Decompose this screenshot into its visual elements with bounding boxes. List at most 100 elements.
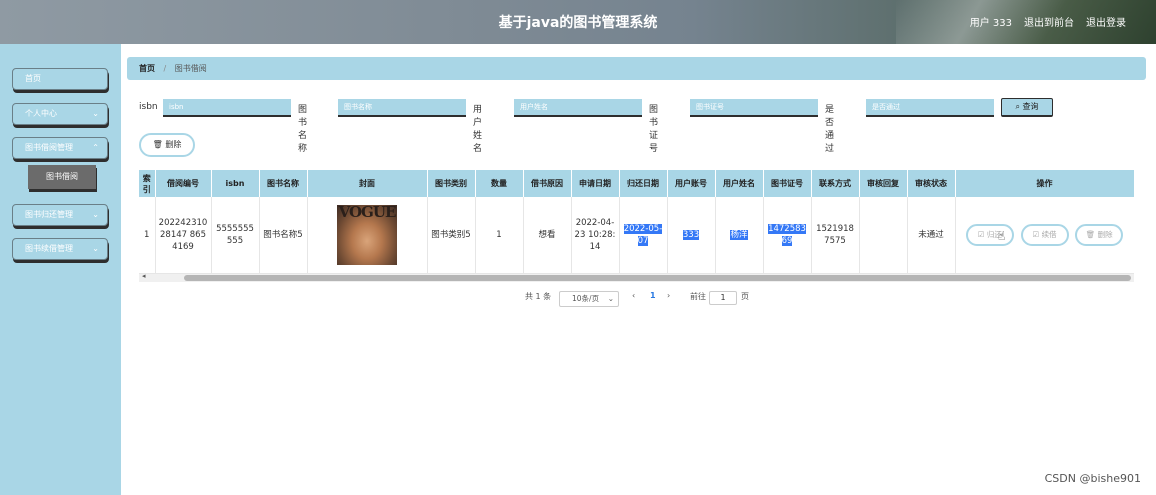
trash-icon: 🗑 <box>1085 229 1096 239</box>
sidebar-item-label: 图书续借管理 <box>25 244 73 253</box>
sidebar-subitem-book-borrow[interactable]: 图书借阅 <box>28 165 96 189</box>
cell-status: 未通过 <box>907 197 956 274</box>
breadcrumb: 首页 / 图书借阅 <box>127 57 1146 80</box>
search-input-card-no[interactable]: 图书证号 <box>690 99 818 117</box>
chevron-up-icon: ⌃ <box>92 143 99 152</box>
sidebar-item-label: 图书归还管理 <box>25 210 73 219</box>
cover-magazine-title: VOGUE <box>338 204 397 221</box>
user-name-text: 杨洋 <box>730 229 748 240</box>
search-button[interactable]: ⌕ 查询 <box>1001 98 1053 117</box>
sidebar-item-borrow-management[interactable]: 图书借阅管理 ⌃ <box>12 137 108 159</box>
cell-apply-date: 2022-04-23 10:28:14 <box>571 197 620 274</box>
search-label-user-name: 用户姓名 <box>473 105 483 154</box>
top-header: 基于java的图书管理系统 用户 333 退出到前台 退出登录 <box>0 0 1156 44</box>
breadcrumb-home[interactable]: 首页 <box>139 64 155 73</box>
column-header: 借阅编号 <box>155 170 212 197</box>
sidebar-item-home[interactable]: 首页 <box>12 68 108 90</box>
cell-category: 图书类别5 <box>427 197 476 274</box>
return-date-text: 2022-05-07 <box>623 223 663 246</box>
column-header: 操作 <box>955 170 1134 197</box>
header-nav: 用户 333 退出到前台 退出登录 <box>970 14 1126 29</box>
page-size-select[interactable]: 10条/页 ⌄ <box>559 291 619 307</box>
table-header-row: 索引 借阅编号 isbn 图书名称 封面 图书类别 数量 借书原因 申请日期 归… <box>139 170 1134 197</box>
return-button[interactable]: ☑ 归还 <box>965 223 1014 246</box>
sidebar: 首页 个人中心 ⌄ 图书借阅管理 ⌃ 图书借阅 图书归还管理 ⌄ 图书续借管理 … <box>0 44 121 495</box>
cell-reason: 想看 <box>523 197 572 274</box>
column-header: 审核状态 <box>907 170 956 197</box>
cell-isbn: 5555555555 <box>211 197 260 274</box>
breadcrumb-separator: / <box>163 64 167 73</box>
search-input-isbn[interactable]: isbn <box>163 99 291 117</box>
column-header: 联系方式 <box>811 170 860 197</box>
column-header: 归还日期 <box>619 170 668 197</box>
edit-icon: ☑ <box>977 229 985 239</box>
watermark: CSDN @bishe901 <box>1044 472 1141 485</box>
sidebar-item-personal-center[interactable]: 个人中心 ⌄ <box>12 103 108 125</box>
card-no-text: 147258369 <box>768 223 806 246</box>
apply-date-text: 2022-04-23 10:28:14 <box>574 217 616 252</box>
table-row: 1 20224231028147 8654169 5555555555 图书名称… <box>139 197 1134 274</box>
search-input-approved[interactable]: 是否通过 <box>866 99 994 117</box>
column-header: isbn <box>211 170 260 197</box>
cell-account: 333 <box>667 197 716 274</box>
scrollbar-thumb[interactable] <box>184 275 1131 281</box>
column-header: 图书名称 <box>259 170 308 197</box>
breadcrumb-current: 图书借阅 <box>174 64 207 73</box>
column-header: 图书类别 <box>427 170 476 197</box>
delete-button-label: 删除 <box>165 140 182 149</box>
prev-page-icon[interactable]: ‹ <box>632 291 635 307</box>
hand-cursor-icon: ☝ <box>998 229 1006 243</box>
batch-delete-button[interactable]: 🗑 删除 <box>139 133 195 157</box>
next-page-icon[interactable]: › <box>667 291 670 307</box>
column-header: 借书原因 <box>523 170 572 197</box>
sidebar-item-return-management[interactable]: 图书归还管理 ⌄ <box>12 204 108 226</box>
cell-reply <box>859 197 908 274</box>
search-label-approved: 是否通过 <box>825 105 835 154</box>
borrow-table: 索引 借阅编号 isbn 图书名称 封面 图书类别 数量 借书原因 申请日期 归… <box>139 170 1134 282</box>
column-header: 用户账号 <box>667 170 716 197</box>
back-to-front-link[interactable]: 退出到前台 <box>1024 14 1074 29</box>
search-icon: ⌕ <box>1015 102 1020 111</box>
chevron-down-icon: ⌄ <box>92 109 99 118</box>
chevron-down-icon: ⌄ <box>92 210 99 219</box>
table-horizontal-scrollbar[interactable]: ◂ <box>139 272 1134 282</box>
search-input-user-name[interactable]: 用户姓名 <box>514 99 642 117</box>
column-header: 封面 <box>307 170 428 197</box>
search-label-book-name: 图书名称 <box>298 105 308 154</box>
pagination-total: 共 1 条 <box>525 292 552 301</box>
sidebar-item-label: 个人中心 <box>25 109 57 118</box>
cell-return-date: 2022-05-07 <box>619 197 668 274</box>
column-header: 用户姓名 <box>715 170 764 197</box>
search-input-book-name[interactable]: 图书名称 <box>338 99 466 117</box>
column-header: 数量 <box>475 170 524 197</box>
sidebar-item-renew-management[interactable]: 图书续借管理 ⌄ <box>12 238 108 260</box>
column-header: 审核回复 <box>859 170 908 197</box>
goto-label: 前往 <box>690 292 706 301</box>
user-label: 用户 333 <box>969 18 1012 29</box>
logout-link[interactable]: 退出登录 <box>1086 14 1126 29</box>
cell-borrow-no: 20224231028147 8654169 <box>155 197 212 274</box>
edit-icon: ☑ <box>1032 229 1040 239</box>
trash-icon: 🗑 <box>152 140 163 149</box>
cell-card-no: 147258369 <box>763 197 812 274</box>
search-label-card-no: 图书证号 <box>649 105 659 154</box>
cell-index: 1 <box>139 197 156 274</box>
scroll-left-arrow-icon[interactable]: ◂ <box>142 272 146 280</box>
search-label-isbn: isbn <box>139 102 158 112</box>
book-cover-image: VOGUE <box>337 204 397 265</box>
chevron-down-icon: ⌄ <box>92 244 99 253</box>
sidebar-item-label: 首页 <box>25 74 41 83</box>
cell-book-name: 图书名称5 <box>259 197 308 274</box>
renew-button[interactable]: ☑ 续借 <box>1020 223 1069 246</box>
page-unit-label: 页 <box>741 292 749 301</box>
sidebar-item-label: 图书借阅管理 <box>25 143 73 152</box>
column-header: 图书证号 <box>763 170 812 197</box>
goto-page-input[interactable]: 1 <box>709 291 737 305</box>
row-delete-button[interactable]: 🗑 删除 <box>1075 223 1124 246</box>
page-number-current[interactable]: 1 <box>650 291 656 307</box>
row-delete-label: 删除 <box>1097 229 1113 239</box>
cell-actions: ☑ 归还 ☑ 续借 🗑 删除 <box>955 197 1134 274</box>
renew-button-label: 续借 <box>1041 229 1057 239</box>
column-header: 索引 <box>139 170 156 197</box>
cell-phone: 15219187575 <box>811 197 860 274</box>
